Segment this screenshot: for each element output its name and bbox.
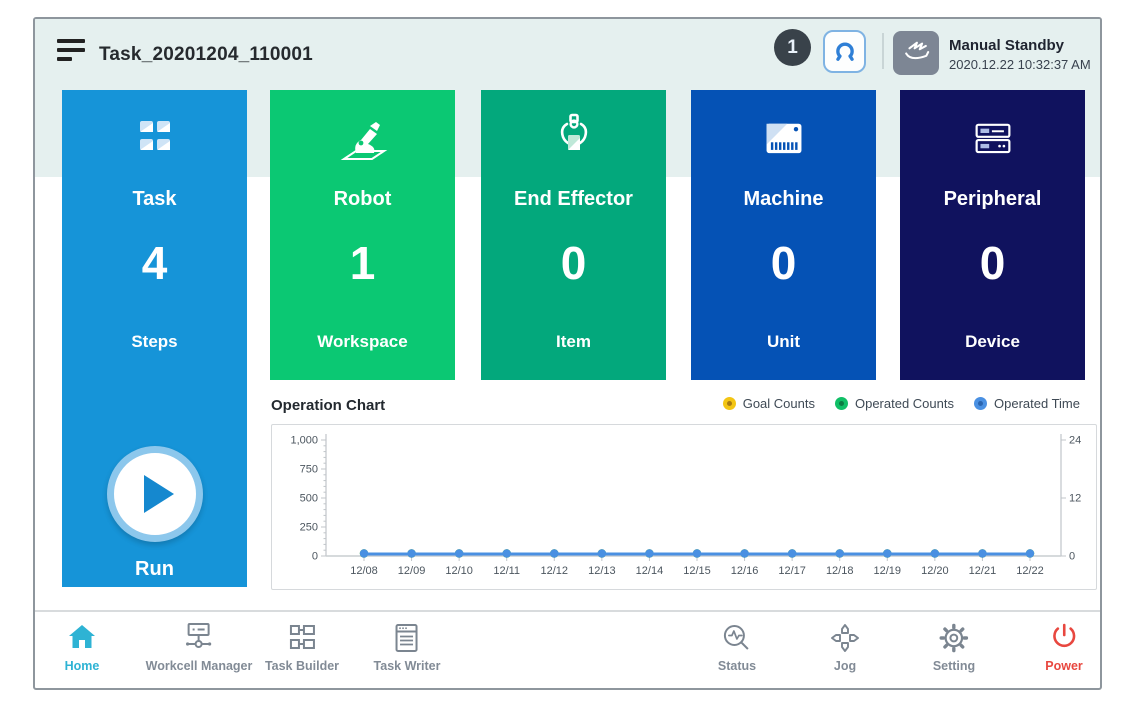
card-task[interactable]: Task 4 Steps Run xyxy=(62,90,247,587)
svg-text:24: 24 xyxy=(1069,435,1081,447)
card-value: 0 xyxy=(481,236,666,290)
chart-legend: Goal Counts Operated Counts Operated Time xyxy=(723,396,1080,411)
manual-hand-icon xyxy=(893,31,939,75)
jog-icon xyxy=(827,620,863,656)
card-value: 0 xyxy=(691,236,876,290)
operation-chart: 0 250 500 750 1,000 0 12 24 12/08 12/09 12/10 12/11… xyxy=(271,424,1097,590)
card-peripheral[interactable]: Peripheral 0 Device xyxy=(900,90,1085,380)
legend-label: Goal Counts xyxy=(743,396,815,411)
svg-text:1,000: 1,000 xyxy=(290,435,318,447)
nav-label: Status xyxy=(718,659,756,673)
svg-text:12: 12 xyxy=(1069,493,1081,505)
legend-item[interactable]: Operated Counts xyxy=(835,396,954,411)
svg-text:12/18: 12/18 xyxy=(826,565,854,577)
run-label: Run xyxy=(62,558,247,581)
app-window: Task_20201204_110001 1 Manual Standby 20… xyxy=(33,17,1102,690)
task-title: Task_20201204_110001 xyxy=(99,44,313,66)
card-unit: Unit xyxy=(691,332,876,352)
svg-text:12/20: 12/20 xyxy=(921,565,949,577)
svg-text:0: 0 xyxy=(312,551,318,563)
power-icon xyxy=(1046,620,1082,656)
card-value: 1 xyxy=(270,236,455,290)
nav-label: Jog xyxy=(834,659,856,673)
nav-label: Workcell Manager xyxy=(146,659,253,673)
nav-power[interactable]: Power xyxy=(1045,620,1083,673)
footer-divider xyxy=(35,610,1100,612)
legend-marker xyxy=(723,397,736,410)
card-value: 0 xyxy=(900,236,1085,290)
gripper-icon xyxy=(830,37,860,67)
legend-marker xyxy=(974,397,987,410)
header-divider xyxy=(882,33,884,69)
peripheral-icon xyxy=(900,108,1085,170)
task-writer-icon xyxy=(389,620,425,656)
svg-text:750: 750 xyxy=(300,464,318,476)
svg-text:12/19: 12/19 xyxy=(874,565,902,577)
svg-text:12/13: 12/13 xyxy=(588,565,616,577)
svg-text:12/15: 12/15 xyxy=(683,565,711,577)
nav-label: Power xyxy=(1045,659,1083,673)
robot-mode-status[interactable]: Manual Standby 2020.12.22 10:32:37 AM xyxy=(893,31,1091,75)
setting-icon xyxy=(936,620,972,656)
legend-item[interactable]: Goal Counts xyxy=(723,396,815,411)
workcell-manager-icon xyxy=(181,620,217,656)
svg-text:12/21: 12/21 xyxy=(969,565,997,577)
end-effector-tool-button[interactable] xyxy=(823,30,866,73)
menu-icon[interactable] xyxy=(57,39,87,65)
status-icon xyxy=(719,620,755,656)
legend-marker xyxy=(835,397,848,410)
svg-text:12/14: 12/14 xyxy=(636,565,664,577)
svg-text:500: 500 xyxy=(300,493,318,505)
card-label: Task xyxy=(62,188,247,211)
machine-icon xyxy=(691,108,876,170)
card-end-effector[interactable]: End Effector 0 Item xyxy=(481,90,666,380)
svg-text:12/08: 12/08 xyxy=(350,565,378,577)
card-robot[interactable]: Robot 1 Workspace xyxy=(270,90,455,380)
nav-jog[interactable]: Jog xyxy=(827,620,863,673)
svg-text:12/10: 12/10 xyxy=(445,565,473,577)
mode-label: Manual Standby xyxy=(949,37,1091,54)
play-icon xyxy=(144,475,174,513)
svg-text:12/09: 12/09 xyxy=(398,565,426,577)
nav-label: Home xyxy=(65,659,100,673)
card-label: Robot xyxy=(270,188,455,211)
run-button[interactable] xyxy=(107,446,203,542)
mode-timestamp: 2020.12.22 10:32:37 AM xyxy=(949,57,1091,72)
nav-label: Task Builder xyxy=(265,659,339,673)
card-unit: Item xyxy=(481,332,666,352)
chart-title: Operation Chart xyxy=(271,397,385,414)
card-label: End Effector xyxy=(481,188,666,211)
task-builder-icon xyxy=(284,620,320,656)
nav-workcell-manager[interactable]: Workcell Manager xyxy=(146,620,253,673)
card-label: Machine xyxy=(691,188,876,211)
card-label: Peripheral xyxy=(900,188,1085,211)
legend-item[interactable]: Operated Time xyxy=(974,396,1080,411)
home-icon xyxy=(64,620,100,656)
card-value: 4 xyxy=(62,236,247,290)
svg-text:0: 0 xyxy=(1069,551,1075,563)
annotation-badge: 1 xyxy=(774,29,811,66)
nav-task-writer[interactable]: Task Writer xyxy=(374,620,441,673)
nav-label: Task Writer xyxy=(374,659,441,673)
svg-text:12/22: 12/22 xyxy=(1016,565,1044,577)
nav-home[interactable]: Home xyxy=(64,620,100,673)
nav-setting[interactable]: Setting xyxy=(933,620,975,673)
nav-task-builder[interactable]: Task Builder xyxy=(265,620,339,673)
task-blocks-icon xyxy=(62,108,247,170)
svg-text:12/12: 12/12 xyxy=(541,565,569,577)
svg-text:12/11: 12/11 xyxy=(493,565,520,577)
nav-status[interactable]: Status xyxy=(718,620,756,673)
card-unit: Workspace xyxy=(270,332,455,352)
svg-text:12/16: 12/16 xyxy=(731,565,759,577)
end-effector-icon xyxy=(481,108,666,170)
robot-arm-icon xyxy=(270,108,455,170)
legend-label: Operated Counts xyxy=(855,396,954,411)
svg-text:12/17: 12/17 xyxy=(778,565,806,577)
card-machine[interactable]: Machine 0 Unit xyxy=(691,90,876,380)
svg-text:250: 250 xyxy=(300,522,318,534)
legend-label: Operated Time xyxy=(994,396,1080,411)
card-unit: Steps xyxy=(62,332,247,352)
card-unit: Device xyxy=(900,332,1085,352)
nav-label: Setting xyxy=(933,659,975,673)
